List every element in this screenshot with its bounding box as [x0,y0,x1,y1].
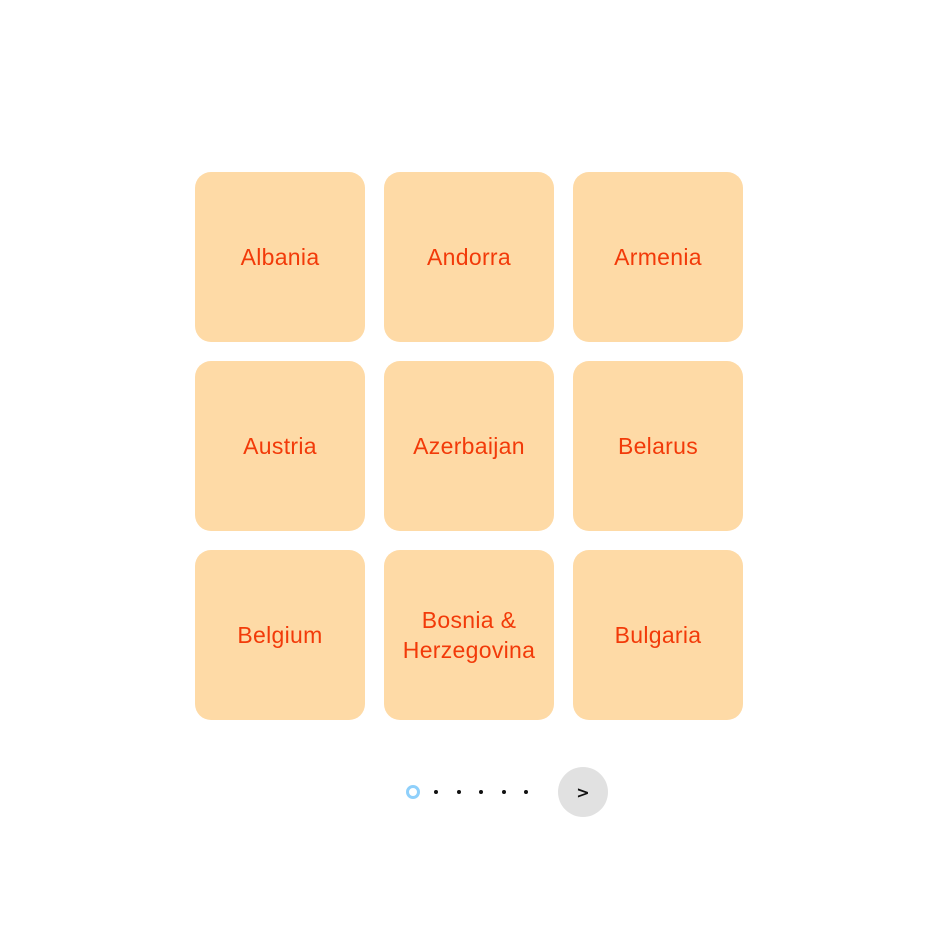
country-tile-andorra[interactable]: Andorra [384,172,554,342]
page-dot-4[interactable] [479,790,483,794]
page-dot-3[interactable] [456,790,461,794]
next-arrow-icon: > [576,782,590,802]
country-tile-label: Belarus [617,433,699,459]
page-dot-2[interactable] [434,790,438,794]
page-dot-6[interactable] [524,790,528,794]
country-tile-austria[interactable]: Austria [195,361,365,531]
country-tile-label: Andorra [427,244,511,270]
next-page-button[interactable]: > [558,767,608,817]
country-tile-label: Albania [240,244,320,270]
country-tile-bosnia-herzegovina[interactable]: Bosnia & Herzegovina [384,550,554,720]
country-tile-belarus[interactable]: Belarus [573,361,743,531]
country-tile-belgium[interactable]: Belgium [195,550,365,720]
country-tile-bulgaria[interactable]: Bulgaria [573,550,743,720]
country-tile-albania[interactable]: Albania [195,172,365,342]
country-tile-label: Azerbaijan [413,433,525,459]
pagination: > [0,767,937,817]
country-tile-armenia[interactable]: Armenia [573,172,743,342]
country-tile-label: Austria [243,433,317,459]
page-dot-5[interactable] [501,790,506,794]
country-tile-label: Armenia [614,244,702,270]
country-grid: Albania Andorra Armenia Austria Azerbaij… [195,172,743,720]
country-tile-label: Bosnia & Herzegovina [402,607,536,663]
page-dots [406,785,547,799]
country-tile-label: Bulgaria [614,622,702,648]
country-tile-azerbaijan[interactable]: Azerbaijan [384,361,554,531]
country-tile-label: Belgium [237,622,323,648]
page-dot-1-current[interactable] [406,785,420,799]
